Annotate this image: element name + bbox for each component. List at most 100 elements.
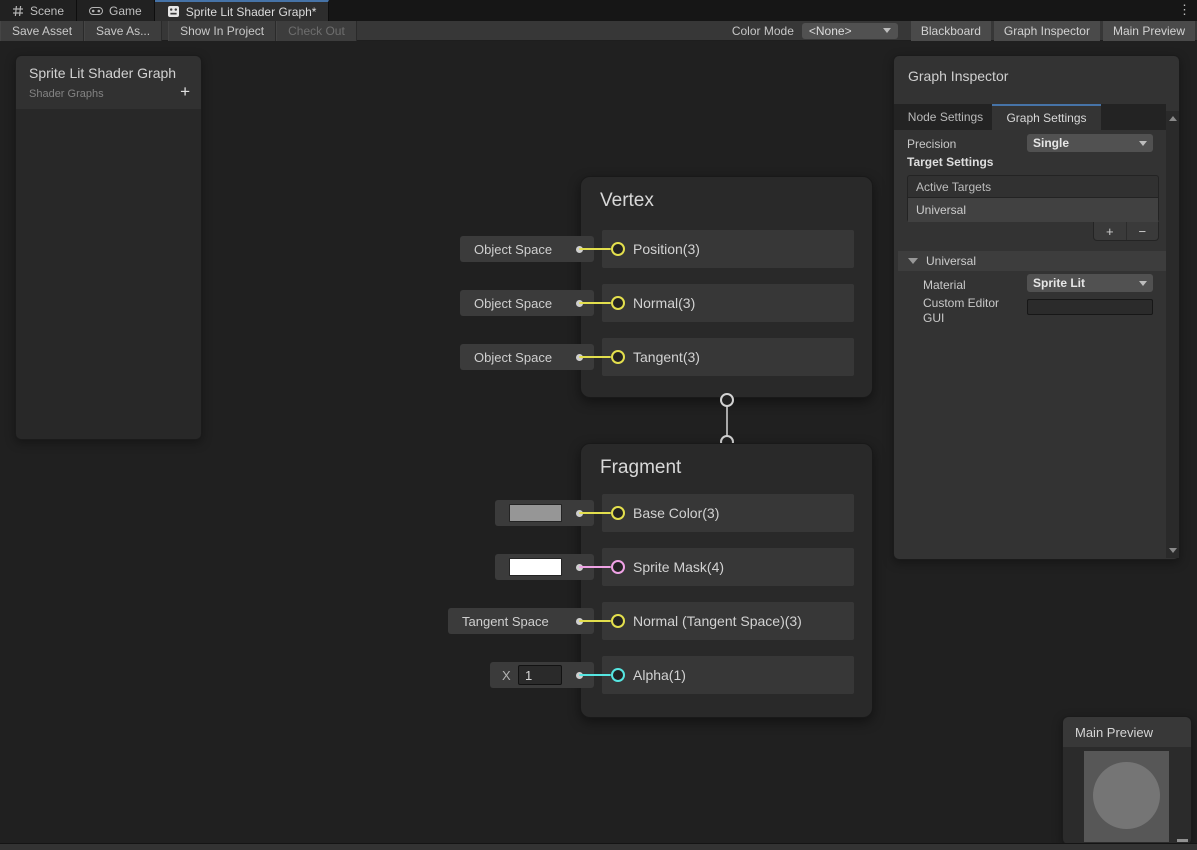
tab-game[interactable]: Game	[77, 0, 155, 21]
alpha-value-input[interactable]: 1	[518, 665, 562, 685]
normal-space-dropdown[interactable]: Object Space	[460, 290, 594, 316]
window-bottom-strip	[0, 843, 1197, 850]
custom-editor-gui-input[interactable]	[1027, 299, 1153, 315]
vertex-slot-row-position: Object Space Position(3)	[581, 230, 872, 268]
universal-foldout[interactable]: Universal	[898, 251, 1168, 271]
graph-inspector-toggle-button[interactable]: Graph Inspector	[994, 21, 1100, 41]
slot-sprite-mask-label: Sprite Mask(4)	[633, 559, 724, 575]
color-mode-value: <None>	[809, 24, 852, 38]
add-target-button[interactable]: +	[1094, 222, 1126, 240]
slot-base-color: Base Color(3)	[602, 494, 854, 532]
fragment-slot-row-sprite-mask: Sprite Mask(4)	[581, 548, 872, 586]
tab-bar: Scene Game Sprite Lit Shader Graph* ⋮	[0, 0, 1197, 21]
inspector-tab-strip: Node Settings Graph Settings	[894, 104, 1166, 130]
chevron-down-icon	[1139, 141, 1147, 146]
port-normal[interactable]	[611, 296, 625, 310]
save-asset-button[interactable]: Save Asset	[0, 21, 84, 41]
scroll-up-icon[interactable]	[1169, 116, 1177, 121]
port-base-color[interactable]	[611, 506, 625, 520]
show-in-project-button[interactable]: Show In Project	[168, 21, 276, 41]
overflow-menu-icon[interactable]: ⋮	[1178, 2, 1191, 18]
edge-wire	[579, 248, 611, 250]
slot-base-color-label: Base Color(3)	[633, 505, 719, 521]
port-alpha[interactable]	[611, 668, 625, 682]
slot-tangent: Tangent(3)	[602, 338, 854, 376]
tab-shader-graph-label: Sprite Lit Shader Graph*	[186, 5, 317, 19]
blackboard-panel: Sprite Lit Shader Graph Shader Graphs +	[15, 55, 202, 440]
fragment-node[interactable]: Fragment Base Color(3)	[580, 443, 873, 718]
vertex-node[interactable]: Vertex Object Space Position(3) Object S…	[580, 176, 873, 398]
port-sprite-mask[interactable]	[611, 560, 625, 574]
color-mode-dropdown[interactable]: <None>	[802, 23, 898, 39]
slot-normal-ts-label: Normal (Tangent Space)(3)	[633, 613, 802, 629]
save-as-button[interactable]: Save As...	[84, 21, 162, 41]
main-preview-toggle-button[interactable]: Main Preview	[1103, 21, 1195, 41]
main-preview-panel: Main Preview	[1062, 716, 1192, 845]
normal-space-value: Object Space	[474, 296, 552, 311]
tab-node-settings-label: Node Settings	[908, 110, 983, 124]
alpha-x-label: X	[502, 668, 511, 683]
blackboard-body	[16, 109, 201, 439]
normal-ts-space-value: Tangent Space	[462, 614, 549, 629]
inspector-scrollbar[interactable]	[1166, 111, 1179, 558]
scroll-down-icon[interactable]	[1169, 548, 1177, 553]
tab-graph-settings-label: Graph Settings	[1006, 111, 1086, 125]
graph-canvas[interactable]: Sprite Lit Shader Graph Shader Graphs + …	[0, 41, 1197, 850]
active-targets-header: Active Targets	[908, 176, 1158, 198]
base-color-swatch[interactable]	[509, 504, 562, 522]
tab-graph-settings[interactable]: Graph Settings	[992, 104, 1101, 130]
blackboard-subtitle: Shader Graphs	[29, 88, 104, 100]
fragment-slot-row-base-color: Base Color(3)	[581, 494, 872, 532]
position-space-dropdown[interactable]: Object Space	[460, 236, 594, 262]
resize-handle[interactable]	[1177, 839, 1188, 842]
chevron-down-icon	[1139, 281, 1147, 286]
fragment-node-title: Fragment	[600, 457, 681, 479]
tab-scene[interactable]: Scene	[0, 0, 77, 21]
slot-alpha-label: Alpha(1)	[633, 667, 686, 683]
vertex-slot-row-normal: Object Space Normal(3)	[581, 284, 872, 322]
color-mode-label: Color Mode	[732, 24, 794, 38]
main-preview-body	[1063, 747, 1191, 844]
graph-inspector-title: Graph Inspector	[908, 68, 1008, 84]
check-out-button[interactable]: Check Out	[276, 21, 357, 41]
graph-inspector-panel: Graph Inspector Node Settings Graph Sett…	[893, 55, 1180, 560]
connector-port-top[interactable]	[720, 393, 734, 407]
normal-ts-space-dropdown[interactable]: Tangent Space	[448, 608, 594, 634]
target-settings-heading: Target Settings	[907, 155, 993, 169]
slot-normal: Normal(3)	[602, 284, 854, 322]
edge-wire	[579, 512, 611, 514]
material-dropdown[interactable]: Sprite Lit	[1027, 274, 1153, 292]
port-position[interactable]	[611, 242, 625, 256]
material-label: Material	[923, 278, 966, 292]
slot-position: Position(3)	[602, 230, 854, 268]
active-target-item-universal[interactable]: Universal	[908, 198, 1158, 222]
tangent-space-dropdown[interactable]: Object Space	[460, 344, 594, 370]
preview-sprite-circle	[1093, 762, 1160, 829]
blackboard-toggle-button[interactable]: Blackboard	[911, 21, 991, 41]
main-preview-title: Main Preview	[1075, 725, 1153, 740]
shader-graph-window: Scene Game Sprite Lit Shader Graph* ⋮ Sa…	[0, 0, 1197, 850]
tab-node-settings[interactable]: Node Settings	[899, 104, 992, 130]
preview-sprite-quad	[1084, 751, 1169, 842]
edge-wire	[579, 356, 611, 358]
tangent-space-value: Object Space	[474, 350, 552, 365]
precision-label: Precision	[907, 137, 956, 151]
vertex-node-title: Vertex	[600, 190, 654, 212]
custom-editor-gui-label: Custom Editor GUI	[923, 296, 1011, 326]
tab-sprite-lit-shader-graph[interactable]: Sprite Lit Shader Graph*	[155, 0, 330, 21]
universal-foldout-label: Universal	[926, 254, 976, 268]
tab-scene-label: Scene	[30, 4, 64, 18]
fragment-slot-row-alpha: X 1 Alpha(1)	[581, 656, 872, 694]
slot-normal-label: Normal(3)	[633, 295, 695, 311]
sprite-mask-swatch[interactable]	[509, 558, 562, 576]
slot-normal-ts: Normal (Tangent Space)(3)	[602, 602, 854, 640]
port-normal-ts[interactable]	[611, 614, 625, 628]
add-property-button[interactable]: +	[180, 83, 190, 100]
remove-target-button[interactable]: −	[1127, 222, 1159, 240]
edge-wire	[579, 674, 611, 676]
port-tangent[interactable]	[611, 350, 625, 364]
precision-dropdown[interactable]: Single	[1027, 134, 1153, 152]
blackboard-header[interactable]: Sprite Lit Shader Graph Shader Graphs +	[16, 56, 201, 109]
slot-alpha: Alpha(1)	[602, 656, 854, 694]
main-preview-header[interactable]: Main Preview	[1063, 717, 1191, 747]
